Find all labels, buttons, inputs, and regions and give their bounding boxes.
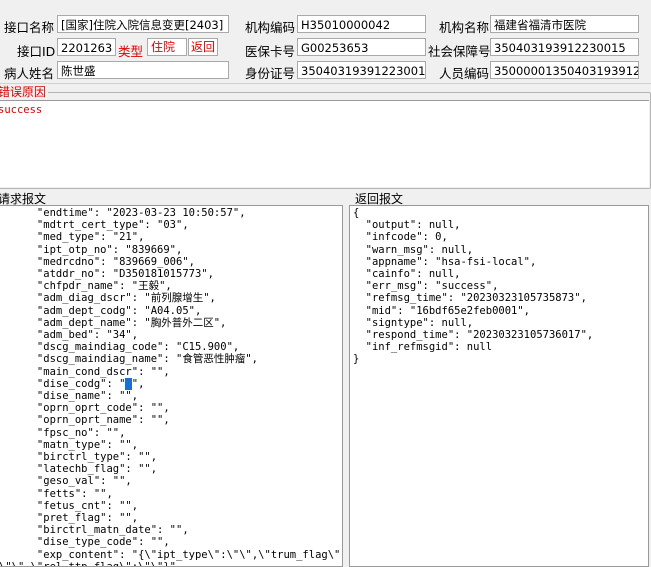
request-line: "main_cond_dscr": "", bbox=[0, 365, 170, 378]
interface-id-label: 接口ID bbox=[17, 44, 56, 59]
request-line: "oprn_oprt_name": "", bbox=[0, 414, 170, 427]
insurance-card-label: 医保卡号 bbox=[245, 44, 296, 59]
interface-name-label: 接口名称 bbox=[4, 20, 55, 35]
error-title: 错误原因 bbox=[0, 86, 49, 99]
insurance-card-field[interactable]: G00253653 bbox=[297, 38, 426, 56]
request-line: "medrcdno": "839669_006", bbox=[0, 255, 195, 268]
request-line: "fetus_cnt": "", bbox=[0, 499, 139, 512]
request-line: "exp_content": "{\"ipt_type\":\"\",\"tru… bbox=[0, 548, 343, 561]
request-line: "adm_dept_codg": "A04.05", bbox=[0, 304, 202, 317]
back-button[interactable]: 返回 bbox=[188, 38, 218, 56]
response-line: "warn_msg": null, bbox=[353, 243, 474, 256]
request-line: "ipt_otp_no": "839669", bbox=[0, 243, 183, 256]
request-line: "endtime": "2023-03-23 10:50:57", bbox=[0, 207, 246, 219]
id-card-field[interactable]: 350403193912230015 bbox=[297, 61, 426, 79]
request-line: "adm_dept_name": "胸外普外二区", bbox=[0, 316, 227, 329]
response-lines: { "output": null, "infcode": 0, "warn_ms… bbox=[350, 206, 648, 366]
id-card-label: 身份证号 bbox=[245, 66, 296, 81]
patient-name-label: 病人姓名 bbox=[4, 66, 55, 81]
type-label: 类型 bbox=[118, 44, 144, 59]
interface-id-field[interactable]: 2201263 bbox=[57, 38, 116, 56]
response-line: "signtype": null, bbox=[353, 316, 474, 329]
social-security-label: 社会保障号 bbox=[428, 44, 491, 59]
person-code-field[interactable]: 35000001350403193912230 bbox=[490, 61, 639, 79]
request-line: "dise_name": "", bbox=[0, 390, 139, 403]
response-line: "inf_refmsgid": null bbox=[353, 341, 493, 354]
request-line: \"\",\"rel_ttp_flag\":\"\"}", bbox=[0, 560, 183, 567]
request-line: "fetts": "", bbox=[0, 487, 113, 500]
error-text: success bbox=[0, 104, 43, 116]
request-line: "fpsc_no": "", bbox=[0, 426, 126, 439]
social-security-field[interactable]: 350403193912230015 bbox=[490, 38, 639, 56]
request-line: "dscg_maindiag_name": "食管恶性肿瘤", bbox=[0, 353, 258, 366]
response-line: "appname": "hsa-fsi-local", bbox=[353, 255, 537, 268]
request-line: "pret_flag": "", bbox=[0, 512, 139, 525]
response-line: "refmsg_time": "20230323105735873", bbox=[353, 292, 587, 305]
org-name-label: 机构名称 bbox=[439, 20, 490, 35]
request-line: "chfpdr_name": "王毅", bbox=[0, 280, 172, 293]
response-line: "infcode": 0, bbox=[353, 231, 448, 244]
org-code-field[interactable]: H35010000042 bbox=[297, 15, 426, 33]
response-line: { bbox=[353, 207, 360, 219]
request-line: "birctrl_type": "", bbox=[0, 451, 158, 464]
request-line: "atddr_no": "D350181015773", bbox=[0, 268, 214, 281]
request-line: "latechb_flag": "", bbox=[0, 463, 158, 476]
person-code-label: 人员编码 bbox=[439, 66, 490, 81]
request-textbox[interactable]: "endtime": "2023-03-23 10:50:57", "mdtrt… bbox=[0, 205, 343, 567]
response-line: } bbox=[353, 353, 360, 366]
response-textbox[interactable]: { "output": null, "infcode": 0, "warn_ms… bbox=[349, 205, 649, 567]
request-line: "matn_type": "", bbox=[0, 438, 139, 451]
response-line: "output": null, bbox=[353, 219, 461, 232]
patient-name-field[interactable]: 陈世盛 bbox=[57, 61, 229, 79]
response-line: "mid": "16bdf65e2feb0001", bbox=[353, 304, 531, 317]
request-line-suffix: ", bbox=[131, 377, 145, 390]
request-lines: "endtime": "2023-03-23 10:50:57", "mdtrt… bbox=[0, 206, 343, 567]
type-select[interactable]: 住院 bbox=[147, 38, 187, 56]
request-line: "dise_type_code": "", bbox=[0, 536, 170, 549]
request-line: "dscg_maindiag_code": "C15.900", bbox=[0, 341, 240, 354]
request-line: "med_type": "21", bbox=[0, 231, 145, 244]
error-textbox[interactable]: success bbox=[0, 100, 649, 187]
request-line: "birctrl_matn_date": "", bbox=[0, 524, 189, 537]
request-line: "oprn_oprt_code": "", bbox=[0, 402, 170, 415]
request-line: "geso_val": "", bbox=[0, 475, 132, 488]
response-line: "err_msg": "success", bbox=[353, 280, 499, 293]
request-line: "adm_bed": "34", bbox=[0, 329, 139, 342]
org-code-label: 机构编码 bbox=[245, 20, 296, 35]
response-line: "respond_time": "20230323105736017", bbox=[353, 329, 594, 342]
request-line: "mdtrt_cert_type": "03", bbox=[0, 219, 189, 232]
response-line: "cainfo": null, bbox=[353, 268, 461, 281]
interface-name-field[interactable]: [国家]住院入院信息变更[2403] bbox=[57, 15, 229, 33]
request-line: "dise_codg": " ", bbox=[0, 377, 145, 390]
org-name-field[interactable]: 福建省福清市医院 bbox=[490, 15, 639, 33]
header-divider bbox=[0, 83, 651, 84]
request-line: "adm_diag_dscr": "前列腺增生", bbox=[0, 292, 216, 305]
